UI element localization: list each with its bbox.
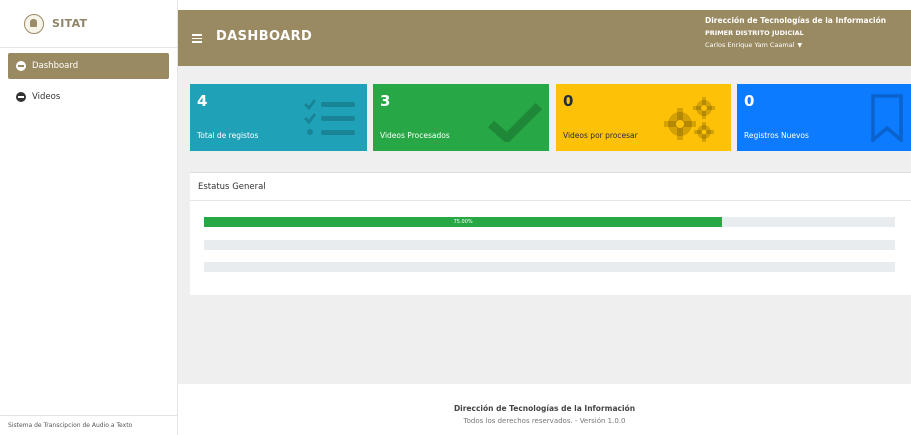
header-org: Dirección de Tecnologías de la Informaci… xyxy=(705,16,887,25)
header-user-info: Dirección de Tecnologías de la Informaci… xyxy=(705,16,911,49)
sidebar-item-label: Videos xyxy=(32,92,61,102)
dashboard-icon xyxy=(16,61,26,71)
progress-bar xyxy=(204,240,895,250)
progress-bar: 75.00% xyxy=(204,217,895,227)
stat-card-processed[interactable]: 3 Videos Procesados xyxy=(373,84,549,151)
stat-value: 0 xyxy=(563,92,574,110)
hamburger-menu-icon[interactable] xyxy=(192,34,202,43)
top-header: DASHBOARD Dirección de Tecnologías de la… xyxy=(178,10,911,66)
sidebar-item-dashboard[interactable]: Dashboard xyxy=(8,53,169,79)
bookmark-icon xyxy=(871,94,903,142)
stat-label: Registros Nuevos xyxy=(744,131,809,140)
footer-org: Dirección de Tecnologías de la Informaci… xyxy=(453,404,636,413)
panel-title: Estatus General xyxy=(190,173,911,201)
stat-label: Total de registos xyxy=(197,131,259,140)
page-footer: Dirección de Tecnologías de la Informaci… xyxy=(178,384,911,435)
status-panel: Estatus General 75.00% xyxy=(190,172,911,295)
stat-value: 4 xyxy=(197,92,208,110)
progress-fill: 75.00% xyxy=(204,217,723,227)
progress-bar xyxy=(204,262,895,272)
stat-card-new[interactable]: 0 Registros Nuevos xyxy=(737,84,911,151)
app-logo[interactable]: SITAT xyxy=(0,0,177,48)
stat-value: 0 xyxy=(744,92,755,110)
stat-value: 3 xyxy=(380,92,391,110)
sidebar-item-videos[interactable]: Videos xyxy=(8,84,169,110)
main-content: 4 Total de registos 3 Videos Procesados … xyxy=(178,66,911,384)
checkmark-icon xyxy=(488,102,543,142)
stat-card-pending[interactable]: 0 Videos por procesar xyxy=(556,84,731,151)
sidebar: SITAT Dashboard Videos Sistema de Transc… xyxy=(0,0,178,435)
header-district: PRIMER DISTRITO JUDICIAL xyxy=(705,29,804,37)
app-name: SITAT xyxy=(52,17,88,30)
sidebar-footer: Sistema de Transcipcion de Audio a Texto xyxy=(0,415,178,435)
stat-card-total[interactable]: 4 Total de registos xyxy=(190,84,367,151)
videos-icon xyxy=(16,92,26,102)
user-menu[interactable]: Carlos Enrique Yam Caamal ▼ xyxy=(705,41,911,49)
user-name: Carlos Enrique Yam Caamal xyxy=(705,41,795,49)
page-title: DASHBOARD xyxy=(216,29,313,44)
gears-icon xyxy=(664,97,715,142)
sidebar-item-label: Dashboard xyxy=(32,61,79,71)
stat-label: Videos Procesados xyxy=(380,131,450,140)
list-check-icon xyxy=(303,99,355,135)
footer-copyright: Todos los derechos reservados. - Versión… xyxy=(463,417,626,425)
stat-label: Videos por procesar xyxy=(563,131,638,140)
emblem-icon xyxy=(24,13,44,34)
caret-down-icon: ▼ xyxy=(797,42,803,49)
